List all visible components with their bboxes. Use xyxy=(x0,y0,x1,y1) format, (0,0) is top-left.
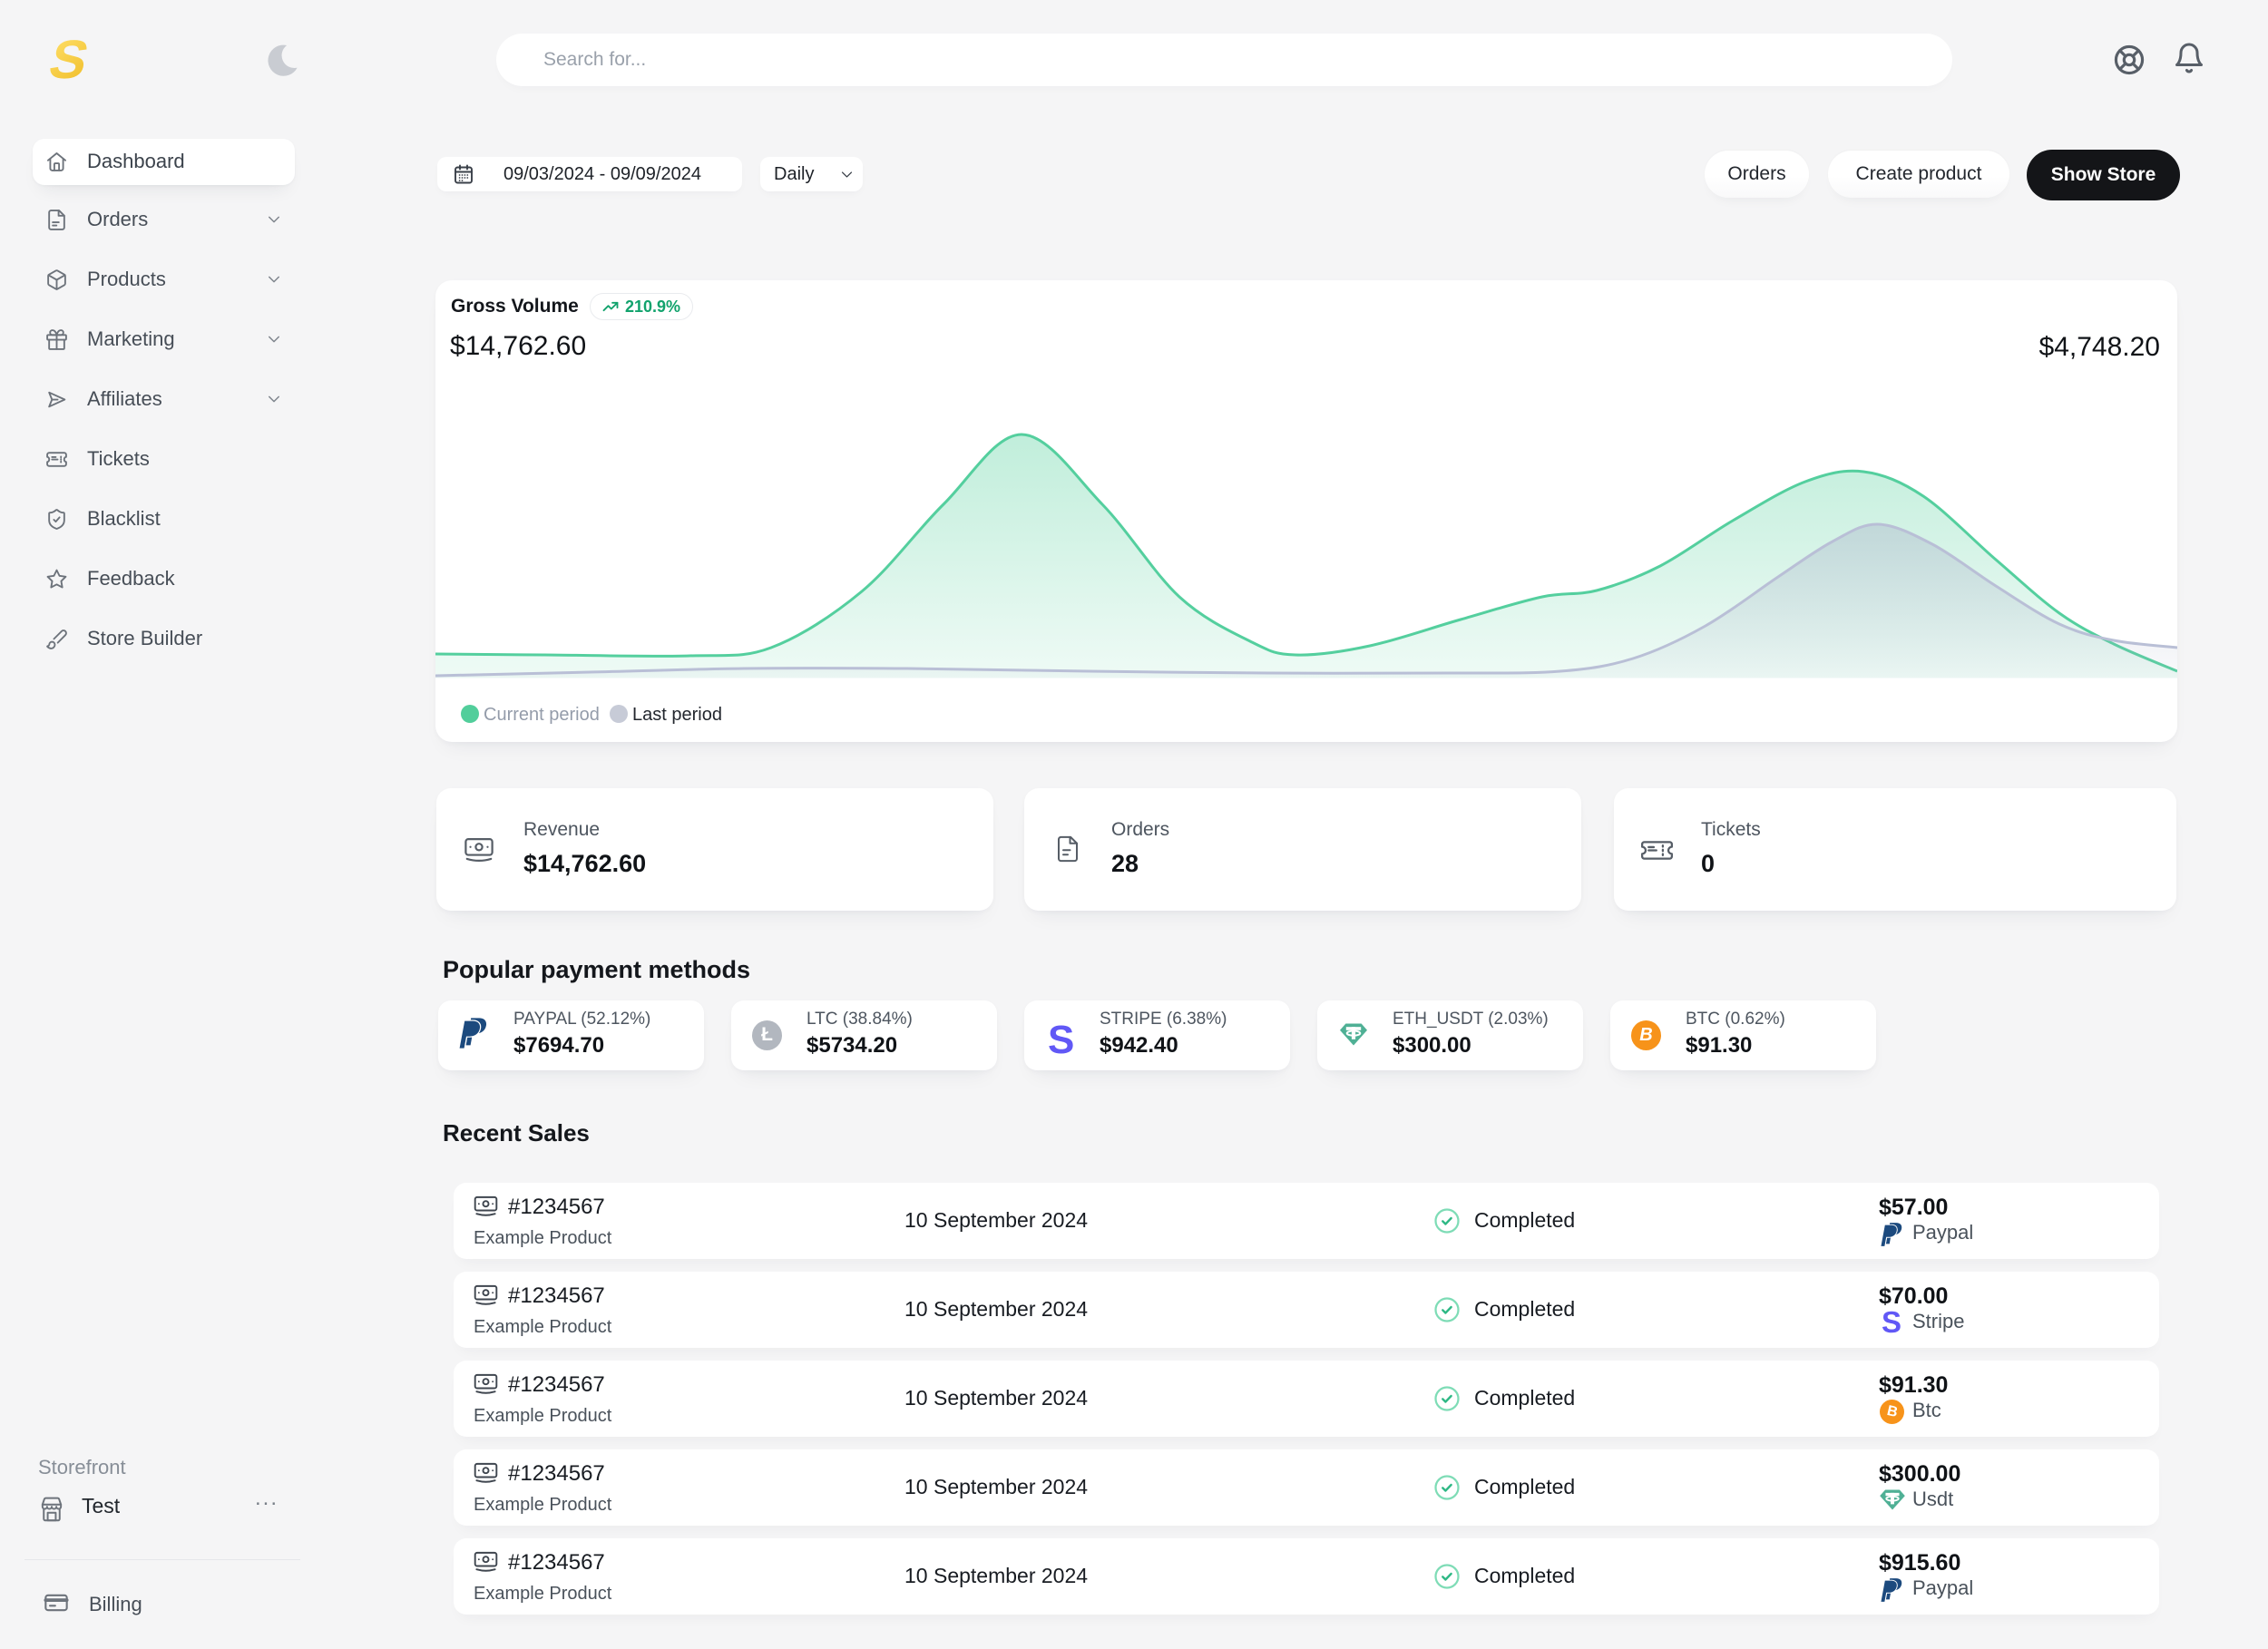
svg-text:S: S xyxy=(44,29,90,85)
